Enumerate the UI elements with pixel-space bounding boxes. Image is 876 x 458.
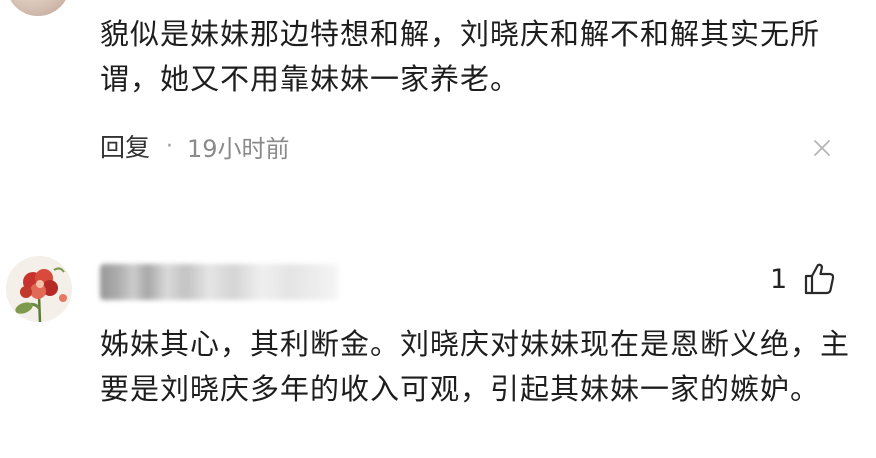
comment-timestamp: 19小时前: [187, 134, 290, 163]
comment-text: 姊妹其心，其利断金。刘晓庆对妹妹现在是恩断义绝，主要是刘晓庆多年的收入可观，引起…: [100, 327, 851, 406]
avatar[interactable]: [6, 256, 72, 322]
comment-meta: 回复 · 19小时前: [100, 128, 290, 164]
avatar-previous-user[interactable]: [6, 0, 70, 16]
like-count: 1: [770, 264, 788, 295]
close-icon[interactable]: [810, 136, 834, 160]
reply-button[interactable]: 回复: [100, 128, 150, 164]
red-flower-avatar-icon: [6, 256, 72, 322]
username-blurred[interactable]: [100, 264, 338, 300]
thumbs-up-icon[interactable]: [802, 262, 836, 296]
comment-text: 貌似是妹妹那边特想和解，刘晓庆和解不和解其实无所谓，她又不用靠妹妹一家养老。: [100, 17, 821, 96]
meta-separator: ·: [166, 133, 174, 159]
